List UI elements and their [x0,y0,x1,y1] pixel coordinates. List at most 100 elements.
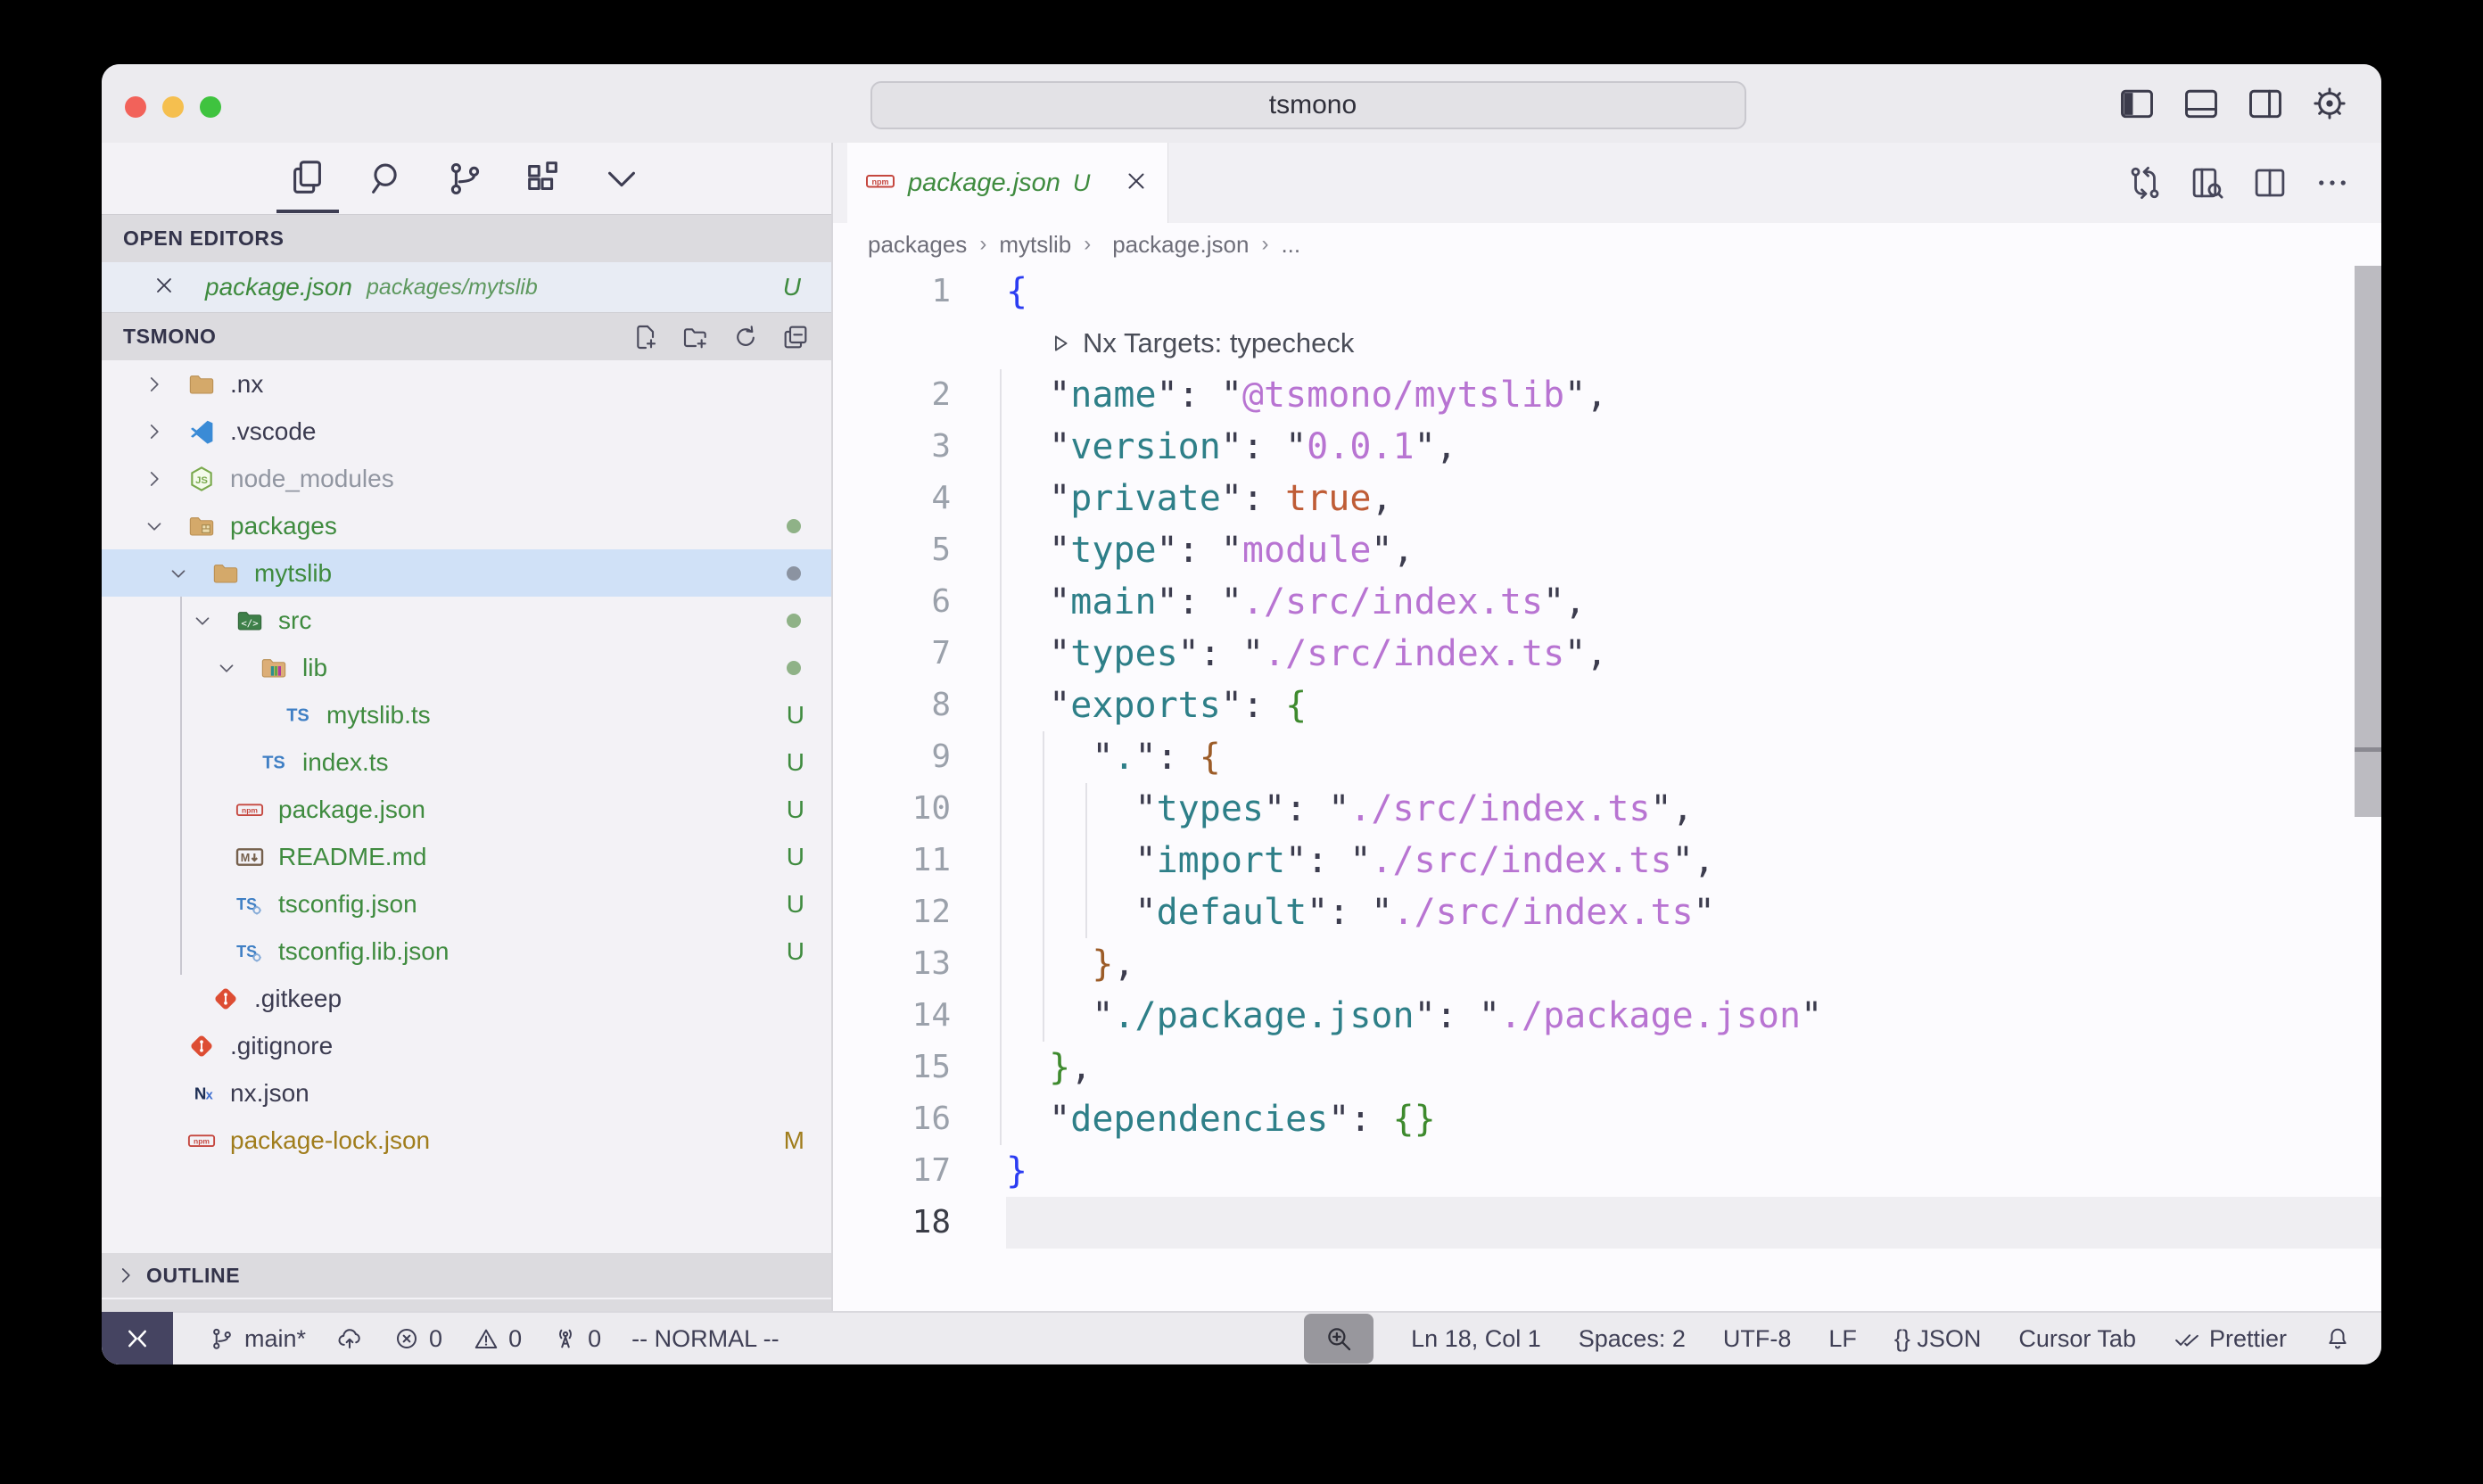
ts-icon: TS [284,701,321,730]
zoom-window-button[interactable] [200,96,221,118]
tab-bar: npm package.json U [833,143,2381,223]
new-file-icon[interactable] [631,323,660,351]
tab-package-json[interactable]: npm package.json U [847,143,1168,223]
code-line-1: 1{ [833,266,2381,317]
git-status-badge: U [787,748,804,777]
explorer-section-header[interactable]: TSMONO [102,312,831,360]
chevron-down-icon[interactable] [215,656,260,680]
statusbar-cursor-tab[interactable]: Cursor Tab [2018,1325,2136,1353]
tree-item-node-modules[interactable]: JSnode_modules [102,455,831,502]
tree-item-label: tsconfig.lib.json [278,937,449,966]
panel-bottom-icon[interactable] [2182,84,2221,123]
open-editor-path: packages/mytslib [367,275,538,301]
statusbar-errors[interactable]: 0 [393,1325,442,1353]
statusbar-language-mode[interactable]: {} JSON [1894,1325,1982,1353]
chevron-down-icon[interactable] [167,562,211,585]
tree-item-tsconfig-lib-json[interactable]: TStsconfig.lib.jsonU [102,928,831,975]
tree-item-package-json[interactable]: npmpackage.jsonU [102,786,831,833]
play-icon [1047,331,1072,356]
compare-icon[interactable] [2126,164,2164,202]
code-editor[interactable]: 1{Nx Targets: typecheck2 "name": "@tsmon… [833,266,2381,1311]
breadcrumb-item[interactable]: packages [868,231,967,259]
statusbar-git-branch[interactable]: main* [209,1325,306,1353]
code-text: { [1006,266,2381,317]
new-folder-icon[interactable] [681,323,710,351]
code-line-11: 11 "import": "./src/index.ts", [833,835,2381,886]
section-header-outline[interactable]: OUTLINE [102,1251,831,1298]
open-editor-item[interactable]: npm package.json packages/mytslib U [102,262,831,312]
tree-item-tsconfig-json[interactable]: TStsconfig.jsonU [102,880,831,928]
more-icon[interactable] [2314,164,2351,202]
statusbar-encoding[interactable]: UTF-8 [1723,1325,1792,1353]
code-line-18: 18 [833,1197,2381,1249]
close-window-button[interactable] [125,96,146,118]
open-editors-label: OPEN EDITORS [123,227,285,251]
tree-item--vscode[interactable]: .vscode [102,408,831,455]
code-text: }, [1006,1042,2381,1093]
chevron-down-icon[interactable] [191,609,235,632]
tree-item-mytslib[interactable]: mytslib [102,549,831,597]
tree-item-label: node_modules [230,465,394,493]
chevron-down-icon[interactable] [143,515,187,538]
command-center-search[interactable]: tsmono [870,81,1746,129]
activity-more-views[interactable] [601,158,642,199]
gear-icon[interactable] [2310,84,2349,123]
tree-item-label: nx.json [230,1079,309,1108]
scrollbar-cursor-marker [2355,747,2381,752]
tree-item-readme-md[interactable]: MREADME.mdU [102,833,831,880]
breadcrumb-item[interactable]: ... [1281,231,1300,259]
statusbar-vim-mode[interactable]: -- NORMAL -- [631,1325,779,1353]
collapse-all-icon[interactable] [781,323,810,351]
breadcrumb-separator: › [1084,232,1091,257]
statusbar-cursor-position[interactable]: Ln 18, Col 1 [1411,1325,1541,1353]
activity-source-control[interactable] [444,158,485,199]
statusbar-zoom-indicator[interactable] [1304,1314,1373,1364]
statusbar-indentation[interactable]: Spaces: 2 [1579,1325,1686,1353]
activity-explorer[interactable] [287,158,328,199]
titlebar-layout-controls [2117,84,2349,123]
activity-search[interactable] [366,158,407,199]
chevron-right-icon[interactable] [143,373,187,396]
statusbar-notifications[interactable] [2324,1325,2351,1352]
statusbar-encoding-label: UTF-8 [1723,1325,1792,1353]
breadcrumb-item[interactable]: npmpackage.json [1103,231,1249,259]
statusbar-formatter[interactable]: Prettier [2174,1325,2287,1353]
tree-item-package-lock-json[interactable]: npmpackage-lock.jsonM [102,1117,831,1164]
tree-item-index-ts[interactable]: TSindex.tsU [102,738,831,786]
preview-icon[interactable] [2189,164,2226,202]
code-text: "types": "./src/index.ts", [1006,783,2381,835]
close-editor-icon[interactable] [152,273,177,302]
activity-extensions[interactable] [523,158,564,199]
chevron-right-icon[interactable] [143,467,187,491]
breadcrumb-item[interactable]: mytslib [999,231,1071,259]
panel-right-icon[interactable] [2246,84,2285,123]
statusbar-warnings[interactable]: 0 [473,1325,522,1353]
remote-indicator[interactable] [102,1312,173,1364]
panel-left-icon[interactable] [2117,84,2157,123]
chevron-right-icon[interactable] [143,420,187,443]
tree-item--nx[interactable]: .nx [102,360,831,408]
tree-item-lib[interactable]: lib [102,644,831,691]
tree-item-mytslib-ts[interactable]: TSmytslib.tsU [102,691,831,738]
tree-item-packages[interactable]: packages [102,502,831,549]
minimize-window-button[interactable] [162,96,184,118]
statusbar-sync[interactable] [336,1325,363,1352]
open-editors-header[interactable]: OPEN EDITORS [102,214,831,262]
close-tab-icon[interactable] [1123,168,1150,199]
tree-item-label: tsconfig.json [278,890,417,919]
tree-item-nx-json[interactable]: Nxnx.json [102,1069,831,1117]
git-icon [211,985,249,1013]
tree-item--gitkeep[interactable]: .gitkeep [102,975,831,1022]
code-text: ".": { [1006,731,2381,783]
statusbar-language-mode-label: {} JSON [1894,1325,1982,1353]
editor-scrollbar[interactable] [2355,266,2381,817]
statusbar-ports[interactable]: 0 [552,1325,601,1353]
tree-item-src[interactable]: </>src [102,597,831,644]
zoom-plus-icon [1324,1323,1354,1354]
tree-item--gitignore[interactable]: .gitignore [102,1022,831,1069]
refresh-icon[interactable] [731,323,760,351]
codelens-nx-targets[interactable]: Nx Targets: typecheck [1006,327,1354,359]
section-header-timeline[interactable]: TIMELINE [102,1298,831,1311]
statusbar-eol[interactable]: LF [1828,1325,1857,1353]
split-icon[interactable] [2251,164,2289,202]
